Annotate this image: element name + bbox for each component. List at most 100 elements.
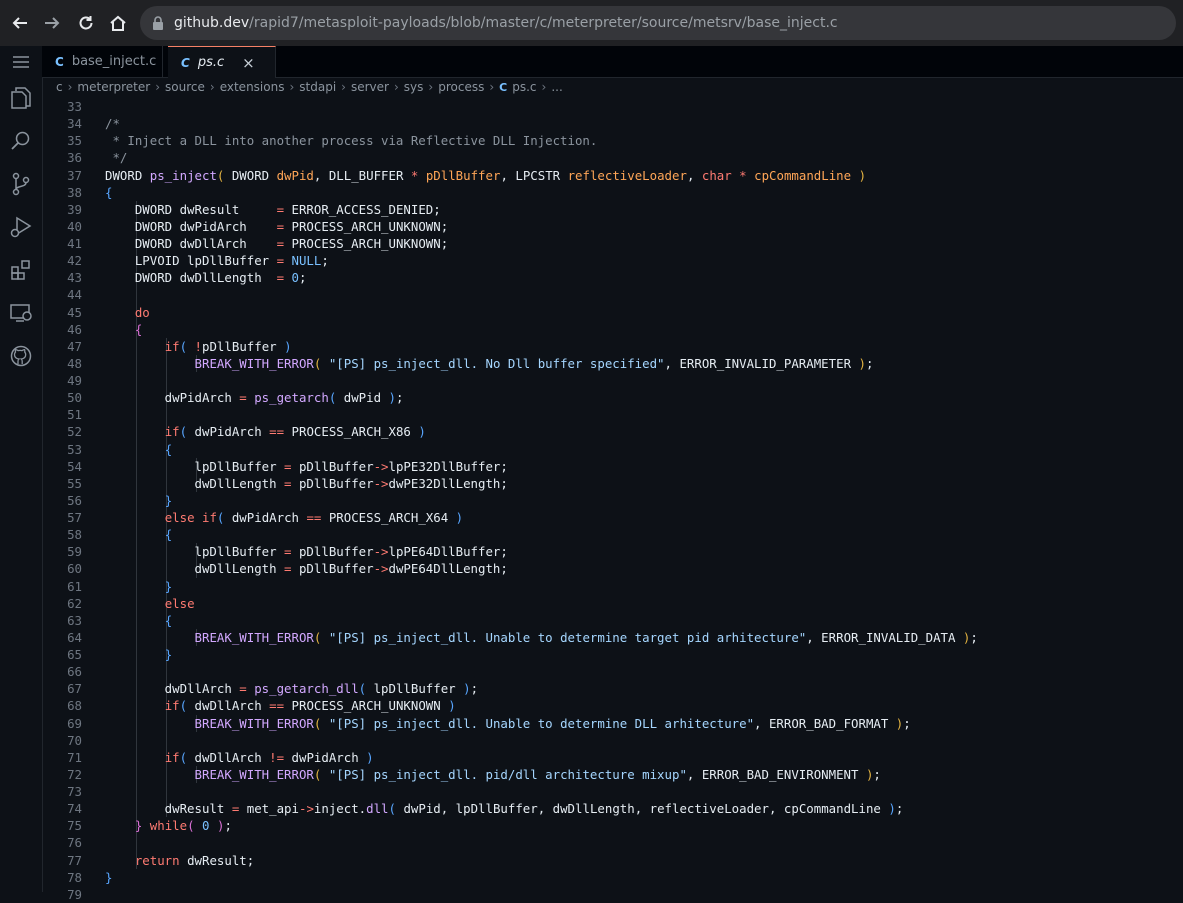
code-line[interactable]: 77 return dwResult;: [42, 851, 1183, 869]
code-line[interactable]: 51: [42, 406, 1183, 424]
code-line[interactable]: 66: [42, 663, 1183, 681]
code-line[interactable]: 75 } while( 0 );: [42, 817, 1183, 835]
back-button[interactable]: [6, 9, 34, 37]
code-line[interactable]: 65 }: [42, 646, 1183, 664]
reload-button[interactable]: [72, 9, 100, 37]
code-line[interactable]: 73: [42, 783, 1183, 801]
tab-ps-c[interactable]: C ps.c ×: [168, 46, 276, 78]
extensions-icon[interactable]: [7, 256, 35, 284]
code-line[interactable]: 63 {: [42, 611, 1183, 629]
code-line[interactable]: 55 dwDllLength = pDllBuffer->dwPE32DllLe…: [42, 474, 1183, 492]
code-text: BREAK_WITH_ERROR( "[PS] ps_inject_dll. U…: [105, 715, 911, 732]
line-number: 62: [67, 595, 82, 611]
line-number: 75: [67, 818, 82, 834]
code-line[interactable]: 34 /*: [42, 115, 1183, 132]
breadcrumb-item[interactable]: server: [351, 80, 389, 94]
code-line[interactable]: 56 }: [42, 491, 1183, 509]
indent-guide: [136, 286, 137, 304]
code-line[interactable]: 71 if( dwDllArch != dwPidArch ): [42, 748, 1183, 766]
code-token: DWORD dwPidArch: [105, 218, 277, 234]
code-line[interactable]: 70: [42, 731, 1183, 749]
code-line[interactable]: 45 do: [42, 303, 1183, 321]
code-line[interactable]: 39 DWORD dwResult = ERROR_ACCESS_DENIED;: [42, 200, 1183, 218]
code-line[interactable]: 68 if( dwDllArch == PROCESS_ARCH_UNKNOWN…: [42, 697, 1183, 715]
line-number: 74: [67, 801, 82, 817]
remote-explorer-icon[interactable]: [7, 299, 35, 327]
code-token: =: [284, 544, 292, 560]
close-icon[interactable]: ×: [242, 54, 255, 72]
forward-button[interactable]: [38, 9, 66, 37]
code-line[interactable]: 72 BREAK_WITH_ERROR( "[PS] ps_inject_dll…: [42, 765, 1183, 783]
breadcrumb-item[interactable]: sys: [404, 80, 424, 94]
github-icon[interactable]: [7, 342, 35, 370]
code-line[interactable]: 41 DWORD dwDllArch = PROCESS_ARCH_UNKNOW…: [42, 235, 1183, 253]
code-line[interactable]: 54 lpDllBuffer = pDllBuffer->lpPE32DllBu…: [42, 457, 1183, 475]
line-number: 34: [67, 116, 82, 132]
code-line[interactable]: 74 dwResult = met_api->inject.dll( dwPid…: [42, 800, 1183, 818]
code-line[interactable]: 35 * Inject a DLL into another process v…: [42, 132, 1183, 149]
code-line[interactable]: 59 lpDllBuffer = pDllBuffer->lpPE64DllBu…: [42, 543, 1183, 561]
explorer-icon[interactable]: [7, 84, 35, 112]
breadcrumb-item[interactable]: ps.c: [512, 80, 536, 94]
code-line[interactable]: 40 DWORD dwPidArch = PROCESS_ARCH_UNKNOW…: [42, 217, 1183, 235]
code-line[interactable]: 38 {: [42, 184, 1183, 201]
code-line[interactable]: 36 */: [42, 149, 1183, 166]
code-token: dwResult: [105, 801, 232, 817]
code-token: ;: [321, 253, 329, 269]
breadcrumb-item[interactable]: c: [56, 80, 63, 94]
code-token: if: [164, 698, 180, 714]
code-line[interactable]: 33: [42, 98, 1183, 115]
breadcrumb-item[interactable]: stdapi: [299, 80, 336, 94]
breadcrumb-item[interactable]: extensions: [220, 80, 285, 94]
code-line[interactable]: 49: [42, 372, 1183, 390]
chevron-right-icon: ›: [489, 80, 495, 94]
code-line[interactable]: 78}: [42, 869, 1183, 886]
code-line[interactable]: 58 {: [42, 526, 1183, 544]
run-debug-icon[interactable]: [7, 213, 35, 241]
breadcrumb-item[interactable]: ...: [551, 80, 562, 94]
code-line[interactable]: 46 {: [42, 320, 1183, 338]
breadcrumb-item[interactable]: process: [438, 80, 484, 94]
code-token: PROCESS_ARCH_X86: [284, 424, 419, 440]
code-editor[interactable]: 33 34/* 35 * Inject a DLL into another pro…: [42, 98, 1183, 902]
code-line[interactable]: 47 if( !pDllBuffer ): [42, 337, 1183, 355]
code-line[interactable]: 62 else: [42, 594, 1183, 612]
address-bar[interactable]: github.dev/rapid7/metasploit-payloads/bl…: [140, 6, 1176, 40]
code-token: dwDllLength: [105, 475, 285, 491]
menu-icon[interactable]: [7, 48, 35, 76]
code-token: , ERROR_INVALID_PARAMETER: [664, 355, 859, 371]
code-line[interactable]: 52 if( dwPidArch == PROCESS_ARCH_X86 ): [42, 423, 1183, 441]
code-text: dwDllArch = ps_getarch_dll( lpDllBuffer …: [105, 680, 478, 697]
code-line[interactable]: 44: [42, 286, 1183, 304]
code-text: if( !pDllBuffer ): [105, 338, 292, 355]
code-line[interactable]: 61 }: [42, 577, 1183, 595]
code-line[interactable]: 42 LPVOID lpDllBuffer = NULL;: [42, 252, 1183, 270]
code-line[interactable]: 53 {: [42, 440, 1183, 458]
code-line[interactable]: 69 BREAK_WITH_ERROR( "[PS] ps_inject_dll…: [42, 714, 1183, 732]
code-line[interactable]: 57 else if( dwPidArch == PROCESS_ARCH_X6…: [42, 509, 1183, 527]
search-icon[interactable]: [7, 127, 35, 155]
breadcrumb-item[interactable]: meterpreter: [77, 80, 150, 94]
code-line[interactable]: 76: [42, 834, 1183, 852]
tab-base-inject[interactable]: C base_inject.c: [42, 46, 163, 77]
code-line[interactable]: 64 BREAK_WITH_ERROR( "[PS] ps_inject_dll…: [42, 628, 1183, 646]
code-line[interactable]: 79: [42, 886, 1183, 903]
line-number: 66: [67, 664, 82, 680]
code-line[interactable]: 60 dwDllLength = pDllBuffer->dwPE64DllLe…: [42, 560, 1183, 578]
code-token: ): [366, 749, 374, 765]
line-number: 54: [67, 458, 82, 474]
breadcrumb-item[interactable]: source: [165, 80, 205, 94]
code-line[interactable]: 43 DWORD dwDllLength = 0;: [42, 269, 1183, 287]
code-line[interactable]: 67 dwDllArch = ps_getarch_dll( lpDllBuff…: [42, 680, 1183, 698]
code-line[interactable]: 50 dwPidArch = ps_getarch( dwPid );: [42, 389, 1183, 407]
code-token: dll: [366, 801, 389, 817]
home-button[interactable]: [104, 9, 132, 37]
code-line[interactable]: 37 DWORD ps_inject( DWORD dwPid, DLL_BUFF…: [42, 167, 1183, 184]
code-token: pDllBuffer: [425, 167, 501, 183]
code-token: ==: [269, 424, 285, 440]
code-token: dwDllLength: [105, 561, 285, 577]
code-line[interactable]: 48 BREAK_WITH_ERROR( "[PS] ps_inject_dll…: [42, 354, 1183, 372]
code-token: cpCommandLine: [754, 167, 852, 183]
source-control-icon[interactable]: [7, 170, 35, 198]
